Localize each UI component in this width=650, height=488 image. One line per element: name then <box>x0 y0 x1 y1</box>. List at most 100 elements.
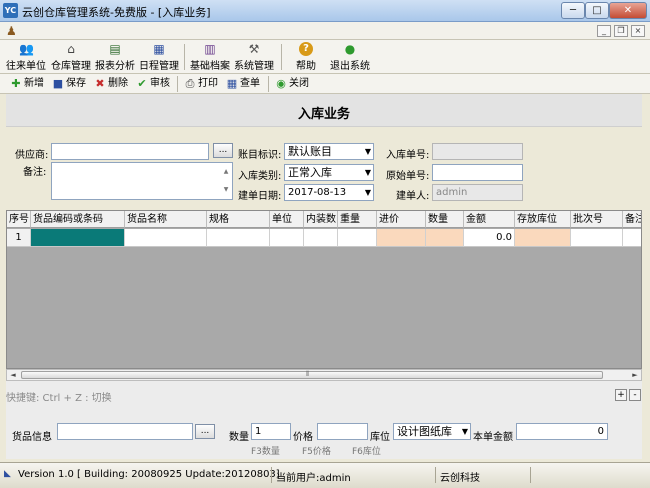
close-label: 关闭 <box>289 78 309 89</box>
date-label: 建单日期: <box>238 191 282 202</box>
column-header[interactable]: 进价 <box>377 211 426 228</box>
toolbar-archive-button[interactable]: ▥ 基础档案 <box>189 42 231 72</box>
qty-input[interactable]: 1 <box>251 423 291 440</box>
warehouse-icon: ⌂ <box>67 42 75 56</box>
grip-icon: ⦀ <box>306 370 310 378</box>
lookup-button[interactable]: ▦ 查单 <box>226 76 260 92</box>
in-no-label: 入库单号: <box>386 150 430 161</box>
item-grid[interactable]: 序号 货品编码或条码 货品名称 规格 单位 内装数 重量 进价 数量 金额 存放… <box>6 210 642 369</box>
grid-cell-unit[interactable] <box>270 229 304 247</box>
collapse-button[interactable]: - <box>629 389 641 401</box>
column-header[interactable]: 数量 <box>426 211 464 228</box>
orig-no-input[interactable] <box>432 164 523 181</box>
f3-hint: F3数量 <box>251 447 280 457</box>
close-icon: ◉ <box>276 77 286 90</box>
company-name: 云创科技 <box>440 473 480 484</box>
add-icon: ✚ <box>11 77 21 90</box>
f6-hint: F6库位 <box>352 447 381 457</box>
maximize-button[interactable]: □ <box>585 2 609 19</box>
date-picker[interactable]: 2017-08-13 ▼ <box>284 184 374 201</box>
price-label: 价格 <box>293 432 313 443</box>
column-header[interactable]: 序号 <box>7 211 31 228</box>
column-header[interactable]: 规格 <box>207 211 270 228</box>
grid-cell-batch[interactable] <box>571 229 623 247</box>
toolbar-report-button[interactable]: ▤ 报表分析 <box>94 42 136 72</box>
toolbar-schedule-button[interactable]: ▦ 日程管理 <box>138 42 180 72</box>
audit-button[interactable]: ✔ 审核 <box>136 76 170 92</box>
chevron-down-icon: ▼ <box>461 427 468 436</box>
toolbar-system-button[interactable]: ⚒ 系统管理 <box>233 42 275 72</box>
print-icon: ⎙ <box>185 77 195 90</box>
grid-cell-qty[interactable] <box>426 229 464 247</box>
close-form-button[interactable]: ◉ 关闭 <box>275 76 309 92</box>
location-value: 设计图纸库 <box>397 425 452 438</box>
column-header[interactable]: 存放库位 <box>515 211 571 228</box>
item-info-input[interactable] <box>57 423 193 440</box>
mdi-restore-button[interactable]: ❐ <box>614 25 628 37</box>
toolbar-contacts-button[interactable]: 👥 往来单位 <box>4 42 48 72</box>
column-header[interactable]: 内装数 <box>304 211 338 228</box>
toolbar-exit-button[interactable]: ● 退出系统 <box>328 42 372 72</box>
toolbar-label: 日程管理 <box>139 61 179 72</box>
delete-label: 删除 <box>108 78 128 89</box>
save-button[interactable]: ■ 保存 <box>52 76 86 92</box>
grid-cell-amount[interactable]: 0.0 <box>464 229 515 247</box>
grid-cell-note[interactable] <box>623 229 641 247</box>
toolbar-separator <box>268 76 269 92</box>
grid-cell-name[interactable] <box>125 229 207 247</box>
scroll-left-icon[interactable]: ◄ <box>7 370 19 380</box>
delete-icon: ✖ <box>95 77 105 90</box>
grid-cell-code[interactable] <box>31 229 125 247</box>
grid-cell-location[interactable] <box>515 229 571 247</box>
column-header[interactable]: 单位 <box>270 211 304 228</box>
status-separator <box>435 467 436 483</box>
scrollbar-thumb[interactable]: ⦀ <box>21 370 603 379</box>
chevron-down-icon: ▼ <box>364 168 371 177</box>
item-info-label: 货品信息 <box>12 432 52 443</box>
mdi-close-button[interactable]: × <box>631 25 645 37</box>
minimize-button[interactable]: ─ <box>561 2 585 19</box>
total-field: 0 <box>516 423 608 440</box>
type-select[interactable]: 正常入库 ▼ <box>284 164 374 181</box>
type-value: 正常入库 <box>288 166 332 179</box>
horizontal-scrollbar[interactable]: ◄ ⦀ ► <box>6 369 642 381</box>
column-header[interactable]: 备注 <box>623 211 641 228</box>
grid-cell-pack[interactable] <box>304 229 338 247</box>
exit-icon: ● <box>344 42 356 56</box>
mdi-minimize-button[interactable]: _ <box>597 25 611 37</box>
column-header[interactable]: 货品编码或条码 <box>31 211 125 228</box>
grid-cell-index[interactable]: 1 <box>7 229 31 247</box>
expand-button[interactable]: + <box>615 389 627 401</box>
tools-icon: ⚒ <box>248 42 260 56</box>
toolbar-label: 系统管理 <box>234 61 274 72</box>
scroll-right-icon[interactable]: ► <box>629 370 641 380</box>
supplier-input[interactable] <box>51 143 209 160</box>
column-header[interactable]: 重量 <box>338 211 377 228</box>
chevron-down-icon: ▼ <box>364 188 371 197</box>
remark-textarea[interactable] <box>51 162 233 200</box>
toolbar-label: 基础档案 <box>190 61 230 72</box>
column-header[interactable]: 批次号 <box>571 211 623 228</box>
supplier-lookup-button[interactable]: ... <box>213 143 233 158</box>
remark-scrollbar[interactable]: ▲ ▼ <box>220 163 232 199</box>
grid-cell-weight[interactable] <box>338 229 377 247</box>
grid-cell-price[interactable] <box>377 229 426 247</box>
toolbar-help-button[interactable]: ? 帮助 <box>289 42 323 72</box>
mdi-bar: ♟ _ ❐ × <box>0 22 650 40</box>
window-title: 云创仓库管理系统-免费版 - [入库业务] <box>22 6 211 19</box>
toolbar-separator <box>177 76 178 92</box>
column-header[interactable]: 货品名称 <box>125 211 207 228</box>
location-select[interactable]: 设计图纸库 ▼ <box>393 423 471 440</box>
price-input[interactable] <box>317 423 368 440</box>
save-icon: ■ <box>52 77 64 90</box>
item-lookup-button[interactable]: ... <box>195 424 215 439</box>
close-window-button[interactable]: ✕ <box>609 2 647 19</box>
add-button[interactable]: ✚ 新增 <box>10 76 44 92</box>
delete-button[interactable]: ✖ 删除 <box>94 76 128 92</box>
grid-cell-spec[interactable] <box>207 229 270 247</box>
column-header[interactable]: 金额 <box>464 211 515 228</box>
print-button[interactable]: ⎙ 打印 <box>184 76 218 92</box>
toolbar-warehouse-button[interactable]: ⌂ 仓库管理 <box>50 42 92 72</box>
account-select[interactable]: 默认账目 ▼ <box>284 143 374 160</box>
toolbar-label: 报表分析 <box>95 61 135 72</box>
